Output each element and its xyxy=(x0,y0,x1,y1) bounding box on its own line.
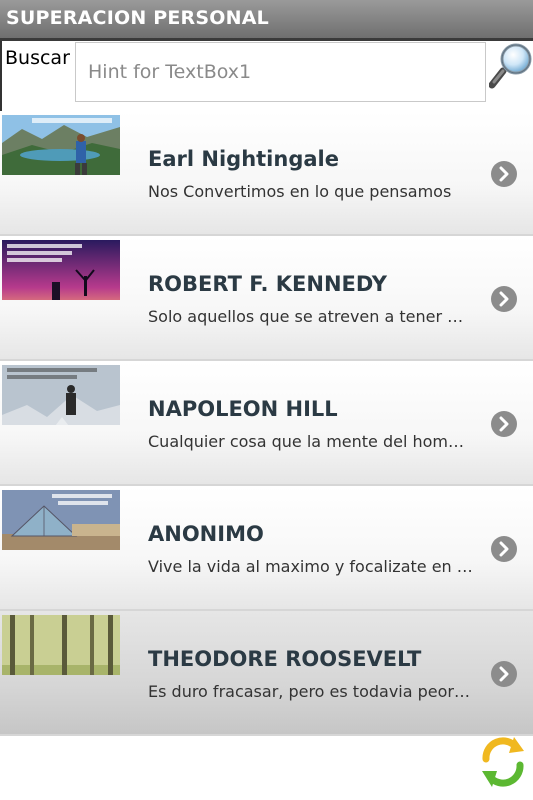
list-item[interactable]: ANONIMO Vive la vida al maximo y focaliz… xyxy=(0,486,533,611)
item-subtitle: Vive la vida al maximo y focalizate en l… xyxy=(148,557,473,576)
item-title: ANONIMO xyxy=(148,522,264,546)
magnifier-icon xyxy=(488,43,532,89)
item-subtitle: Solo aquellos que se atreven a tener gra… xyxy=(148,307,473,326)
chevron-right-icon[interactable] xyxy=(490,660,518,688)
list-item[interactable]: NAPOLEON HILL Cualquier cosa que la ment… xyxy=(0,361,533,486)
item-title: ROBERT F. KENNEDY xyxy=(148,272,388,296)
app-title-bar: SUPERACION PERSONAL xyxy=(0,0,533,41)
refresh-button[interactable] xyxy=(478,733,528,789)
thumbnail-image xyxy=(2,240,120,300)
item-title: NAPOLEON HILL xyxy=(148,397,338,421)
thumbnail-image xyxy=(2,365,120,425)
refresh-icon xyxy=(482,737,524,787)
search-bar: Buscar xyxy=(0,41,533,111)
app-title: SUPERACION PERSONAL xyxy=(6,7,269,29)
item-title: Earl Nightingale xyxy=(148,147,339,171)
chevron-right-icon[interactable] xyxy=(490,535,518,563)
item-subtitle: Nos Convertimos en lo que pensamos xyxy=(148,182,452,201)
list-item[interactable]: ROBERT F. KENNEDY Solo aquellos que se a… xyxy=(0,236,533,361)
thumbnail-image xyxy=(2,615,120,675)
list-item[interactable]: THEODORE ROOSEVELT Es duro fracasar, per… xyxy=(0,611,533,736)
thumbnail-image xyxy=(2,115,120,175)
search-input[interactable] xyxy=(75,42,486,102)
item-subtitle: Es duro fracasar, pero es todavia peor n… xyxy=(148,682,473,701)
chevron-right-icon[interactable] xyxy=(490,160,518,188)
item-subtitle: Cualquier cosa que la mente del hombre p… xyxy=(148,432,473,451)
search-button[interactable] xyxy=(488,41,533,91)
quote-list: Earl Nightingale Nos Convertimos en lo q… xyxy=(0,111,533,736)
chevron-right-icon[interactable] xyxy=(490,410,518,438)
list-item[interactable]: Earl Nightingale Nos Convertimos en lo q… xyxy=(0,111,533,236)
thumbnail-image xyxy=(2,490,120,550)
chevron-right-icon[interactable] xyxy=(490,285,518,313)
search-label: Buscar xyxy=(5,47,70,69)
item-title: THEODORE ROOSEVELT xyxy=(148,647,422,671)
